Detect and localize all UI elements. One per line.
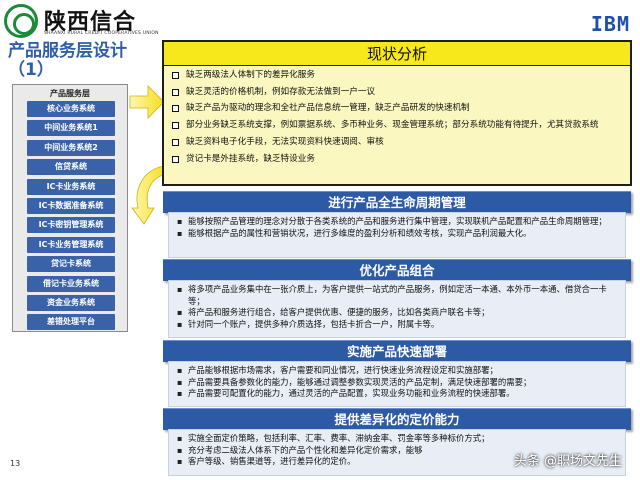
list-item: 缺乏灵活的价格机制，例如存款无法做到一户一议 (170, 86, 624, 98)
list-item: 产品能够根据市场需求，客户需要和同业情况，进行快速业务流程设定和实施部署； (177, 365, 619, 377)
list-item: 缺乏两级法人体制下的差异化服务 (170, 69, 624, 81)
section-title-lifecycle: 进行产品全生命周期管理 (163, 191, 631, 213)
list-item: 能够根据产品的属性和营销状况，进行多维度的盈利分析和绩效考核，实现产品利润最大化… (177, 228, 619, 240)
system-item: 信贷系统 (27, 159, 115, 176)
list-item: 产品需要可配置化的能力，通过灵活的产品配置，实现业务功能和业务流程的快速部署。 (177, 388, 619, 400)
page-number: 13 (10, 459, 21, 468)
section-title-portfolio: 优化产品组合 (163, 259, 631, 281)
system-item: 资金业务系统 (27, 294, 115, 311)
system-item: IC卡业务管理系统 (27, 236, 115, 253)
system-item: 中间业务系统1 (27, 120, 115, 137)
system-item: 核心业务系统 (27, 101, 115, 117)
page-title: 产品服务层设计（1） (8, 41, 127, 80)
list-item: 缺乏资料电子化手段，无法实现资料快速调阅、审核 (170, 136, 624, 148)
ibm-logo: IBM (590, 12, 630, 36)
system-item: IC卡数据准备系统 (27, 197, 115, 214)
system-item: 贷记卡系统 (27, 256, 115, 273)
section-title-deployment: 实施产品快速部署 (163, 340, 631, 362)
curved-arrow-icon (131, 165, 167, 225)
logo-emblem-icon (4, 4, 38, 38)
list-item: 部分业务缺乏系统支撑，例如票据系统、多币种业务、现金管理系统；部分系统功能有待提… (170, 119, 624, 131)
logo-subtext: SHAANXI RURAL CREDIT COOPERATIVES UNION (44, 31, 159, 36)
watermark: 头条 @职场文先生 (513, 454, 622, 469)
list-item: 针对同一个账户，提供多种介质选择，包括卡折合一户，附属卡等。 (177, 319, 619, 331)
product-service-layer-panel: 产品服务层 核心业务系统 中间业务系统1 中间业务系统2 信贷系统 IC卡业务系… (12, 84, 128, 332)
section-title-pricing: 提供差异化的定价能力 (163, 408, 631, 430)
right-arrow-icon (129, 85, 165, 119)
system-item: IC卡密钥管理系统 (27, 217, 115, 234)
list-item: 能够按照产品管理的理念对分散于各类系统的产品和服务进行集中管理，实现联机产品配置… (177, 216, 619, 228)
panel-header: 产品服务层 (50, 89, 90, 98)
list-item: 实施全面定价策略，包括利率、汇率、费率、滞纳金率、罚金率等多种标价方式； (177, 433, 619, 445)
section-body-portfolio: 将多项产品业务集中在一张介质上，为客户提供一站式的产品服务，例如定活一本通、本外… (168, 280, 626, 338)
section-body-lifecycle: 能够按照产品管理的理念对分散于各类系统的产品和服务进行集中管理，实现联机产品配置… (168, 212, 626, 258)
system-item: 中间业务系统2 (27, 139, 115, 156)
current-analysis-box: 现状分析 缺乏两级法人体制下的差异化服务 缺乏灵活的价格机制，例如存款无法做到一… (162, 40, 632, 186)
list-item: 将多项产品业务集中在一张介质上，为客户提供一站式的产品服务，例如定活一本通、本外… (177, 284, 619, 307)
list-item: 贷记卡是外挂系统，缺乏特设业务 (170, 153, 624, 165)
list-item: 将产品和服务进行组合，给客户提供优惠、便捷的服务，比如各类商户联名卡等； (177, 307, 619, 319)
analysis-list: 缺乏两级法人体制下的差异化服务 缺乏灵活的价格机制，例如存款无法做到一户一议 缺… (164, 66, 630, 165)
system-item: 借记卡业务系统 (27, 275, 115, 292)
list-item: 缺乏产品为驱动的理念和全社产品信息统一管理，缺乏产品研发的快速机制 (170, 102, 624, 114)
system-item: 差错处理平台 (27, 314, 115, 331)
section-body-deployment: 产品能够根据市场需求，客户需要和同业情况，进行快速业务流程设定和实施部署； 产品… (168, 361, 626, 407)
system-list: 核心业务系统 中间业务系统1 中间业务系统2 信贷系统 IC卡业务系统 IC卡数… (27, 101, 115, 334)
company-logo: 陕西信合 SHAANXI RURAL CREDIT COOPERATIVES U… (4, 4, 164, 40)
system-item: IC卡业务系统 (27, 178, 115, 195)
list-item: 产品需要具备参数化的能力，能够通过调整参数实现灵活的产品定制，满足快速部署的需要… (177, 377, 619, 389)
analysis-title: 现状分析 (164, 42, 630, 66)
